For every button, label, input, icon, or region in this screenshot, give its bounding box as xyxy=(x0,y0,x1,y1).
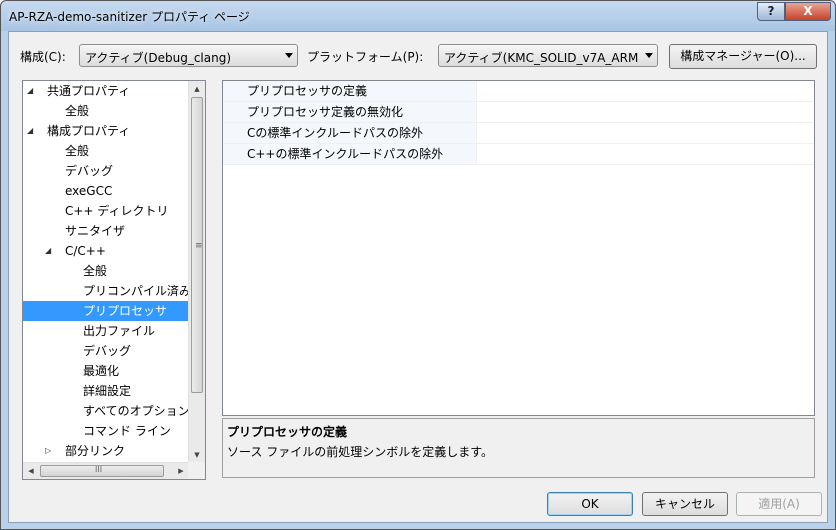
tree-item-label: C/C++ xyxy=(65,244,106,258)
collapse-arrow-icon[interactable]: ◢ xyxy=(27,81,37,101)
property-row[interactable]: Cの標準インクルードパスの除外 xyxy=(223,123,814,144)
property-name: Cの標準インクルードパスの除外 xyxy=(223,123,477,143)
tree-item[interactable]: ▷ 部分リンク xyxy=(23,441,189,461)
tree-item-label: 最適化 xyxy=(83,364,120,378)
tree-item-label: デバッグ xyxy=(83,344,132,358)
config-manager-button[interactable]: 構成マネージャー(O)... xyxy=(669,44,817,69)
description-title: プリプロセッサの定義 xyxy=(227,425,348,439)
tree-item[interactable]: ◢ 共通プロパティ xyxy=(23,81,189,101)
config-dropdown[interactable]: アクティブ(Debug_clang) xyxy=(79,44,298,67)
tree-item-label: 出力ファイル xyxy=(83,324,156,338)
tree-item-label: exeGCC xyxy=(65,184,113,198)
tree-item-label: サニタイザ xyxy=(65,224,126,238)
tree-item-label: デバッグ xyxy=(65,164,114,178)
tree-item[interactable]: exeGCC xyxy=(23,181,189,201)
tree-item-label: 構成プロパティ xyxy=(47,124,131,138)
property-grid[interactable]: プリプロセッサの定義 プリプロセッサ定義の無効化 Cの標準インクルードパスの除外 C+… xyxy=(222,80,815,416)
tree-item[interactable]: サニタイザ xyxy=(23,221,189,241)
tree-item-label: 詳細設定 xyxy=(83,384,132,398)
scroll-down-icon[interactable]: ▼ xyxy=(189,447,205,463)
property-name: C++の標準インクルードパスの除外 xyxy=(223,144,477,164)
category-tree[interactable]: ◢ 共通プロパティ 全般 ◢ 構成プロパティ 全般 デバッグ exeGCC C++ ディレクトリ… xyxy=(22,80,206,480)
help-button[interactable]: ? xyxy=(757,2,785,21)
tree-item-label: すべてのオプション xyxy=(83,404,189,418)
property-name: プリプロセッサの定義 xyxy=(223,81,477,101)
property-row[interactable]: プリプロセッサ定義の無効化 xyxy=(223,102,814,123)
tree-item[interactable]: ◢ C/C++ xyxy=(23,241,189,261)
tree-horizontal-scrollbar[interactable]: ◀ III ▶ xyxy=(23,462,189,479)
cancel-button[interactable]: キャンセル xyxy=(642,492,728,516)
tree-item-label: 全般 xyxy=(65,144,90,158)
property-row[interactable]: プリプロセッサの定義 xyxy=(223,81,814,102)
collapse-arrow-icon[interactable]: ◢ xyxy=(45,241,55,261)
description-text: ソース ファイルの前処理シンボルを定義します。 xyxy=(227,445,494,459)
tree-item-label: 全般 xyxy=(83,264,108,278)
grip-icon: III xyxy=(95,465,103,474)
tree-item[interactable]: 全般 xyxy=(23,141,189,161)
platform-label: プラットフォーム(P): xyxy=(307,50,424,64)
config-label: 構成(C): xyxy=(20,50,66,64)
tree-item-label: プリコンパイル済み xyxy=(83,284,189,298)
expand-arrow-icon[interactable]: ▷ xyxy=(45,441,55,461)
scroll-left-icon[interactable]: ◀ xyxy=(23,463,39,479)
tree-item[interactable]: すべてのオプション xyxy=(23,401,189,421)
scroll-thumb[interactable]: ≡ xyxy=(191,97,203,393)
tree-item[interactable]: 最適化 xyxy=(23,361,189,381)
tree-item-label: C++ ディレクトリ xyxy=(65,204,169,218)
tree-item-label: プリプロセッサ xyxy=(83,304,168,318)
title-bar[interactable]: AP-RZA-demo-sanitizer プロパティ ページ ? X xyxy=(1,1,835,31)
tree-item[interactable]: コマンド ライン xyxy=(23,421,189,441)
apply-button[interactable]: 適用(A) xyxy=(736,492,822,516)
tree-item-label: 共通プロパティ xyxy=(47,84,131,98)
scroll-up-icon[interactable]: ▲ xyxy=(189,81,205,97)
platform-dropdown[interactable]: アクティブ(KMC_SOLID_v7A_ARM xyxy=(438,44,658,67)
scrollbar-corner xyxy=(188,462,205,479)
tree-item[interactable]: C++ ディレクトリ xyxy=(23,201,189,221)
dialog-client: 構成(C): アクティブ(Debug_clang) プラットフォーム(P): ア… xyxy=(8,31,828,523)
window-title: AP-RZA-demo-sanitizer プロパティ ページ xyxy=(9,10,250,24)
close-button[interactable]: X xyxy=(785,2,831,21)
description-panel: プリプロセッサの定義 ソース ファイルの前処理シンボルを定義します。 xyxy=(222,418,815,478)
tree-item[interactable]: 出力ファイル xyxy=(23,321,189,341)
tree-item[interactable]: 詳細設定 xyxy=(23,381,189,401)
tree-item[interactable]: プリプロセッサ xyxy=(23,301,189,321)
tree-item[interactable]: デバッグ xyxy=(23,161,189,181)
tree-item[interactable]: 全般 xyxy=(23,261,189,281)
config-dropdown-value: アクティブ(Debug_clang) xyxy=(85,51,232,65)
collapse-arrow-icon[interactable]: ◢ xyxy=(27,121,37,141)
property-name: プリプロセッサ定義の無効化 xyxy=(223,102,477,122)
tree-item[interactable]: ◢ 構成プロパティ xyxy=(23,121,189,141)
platform-dropdown-value: アクティブ(KMC_SOLID_v7A_ARM xyxy=(444,51,639,65)
tree-item-label: コマンド ライン xyxy=(83,424,171,438)
horizontal-scroll-thumb[interactable]: III xyxy=(40,465,164,477)
dialog-window: AP-RZA-demo-sanitizer プロパティ ページ ? X 構成(C… xyxy=(0,0,836,530)
tree-vertical-scrollbar[interactable]: ▲ ≡ ▼ xyxy=(188,81,205,463)
grip-icon: ≡ xyxy=(195,241,203,251)
tree-item[interactable]: 全般 xyxy=(23,101,189,121)
chevron-down-icon xyxy=(285,53,293,58)
scroll-right-icon[interactable]: ▶ xyxy=(173,463,189,479)
ok-button[interactable]: OK xyxy=(547,492,633,516)
property-row[interactable]: C++の標準インクルードパスの除外 xyxy=(223,144,814,165)
tree-item[interactable]: デバッグ xyxy=(23,341,189,361)
tree-item[interactable]: プリコンパイル済み xyxy=(23,281,189,301)
tree-item-label: 部分リンク xyxy=(65,444,126,458)
chevron-down-icon xyxy=(645,53,653,58)
tree-item-label: 全般 xyxy=(65,104,90,118)
